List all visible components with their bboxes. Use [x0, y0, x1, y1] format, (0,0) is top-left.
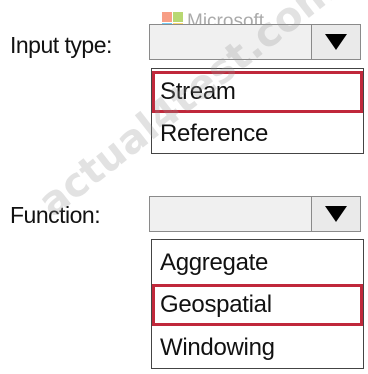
option-label: Aggregate [160, 249, 269, 276]
input-type-dropdown[interactable] [149, 24, 361, 60]
function-option-aggregate[interactable]: Aggregate [152, 242, 363, 284]
input-type-options-list: Stream Reference [151, 68, 364, 154]
function-dropdown[interactable] [149, 196, 361, 232]
function-options-list: Aggregate Geospatial Windowing [151, 239, 364, 369]
triangle-down-icon [325, 206, 347, 222]
option-label: Stream [160, 78, 236, 105]
function-value[interactable] [150, 197, 311, 231]
option-label: Windowing [160, 334, 275, 361]
option-label: Reference [160, 120, 269, 147]
input-type-option-reference[interactable]: Reference [152, 115, 363, 153]
function-dropdown-button[interactable] [311, 197, 360, 231]
input-type-dropdown-button[interactable] [311, 25, 360, 59]
option-label: Geospatial [160, 291, 272, 318]
function-option-windowing[interactable]: Windowing [152, 328, 363, 368]
input-type-value[interactable] [150, 25, 311, 59]
function-option-geospatial[interactable]: Geospatial [152, 284, 363, 326]
function-label: Function: [10, 202, 101, 228]
triangle-down-icon [325, 34, 347, 50]
input-type-option-stream[interactable]: Stream [152, 71, 363, 113]
input-type-label: Input type: [10, 32, 112, 58]
